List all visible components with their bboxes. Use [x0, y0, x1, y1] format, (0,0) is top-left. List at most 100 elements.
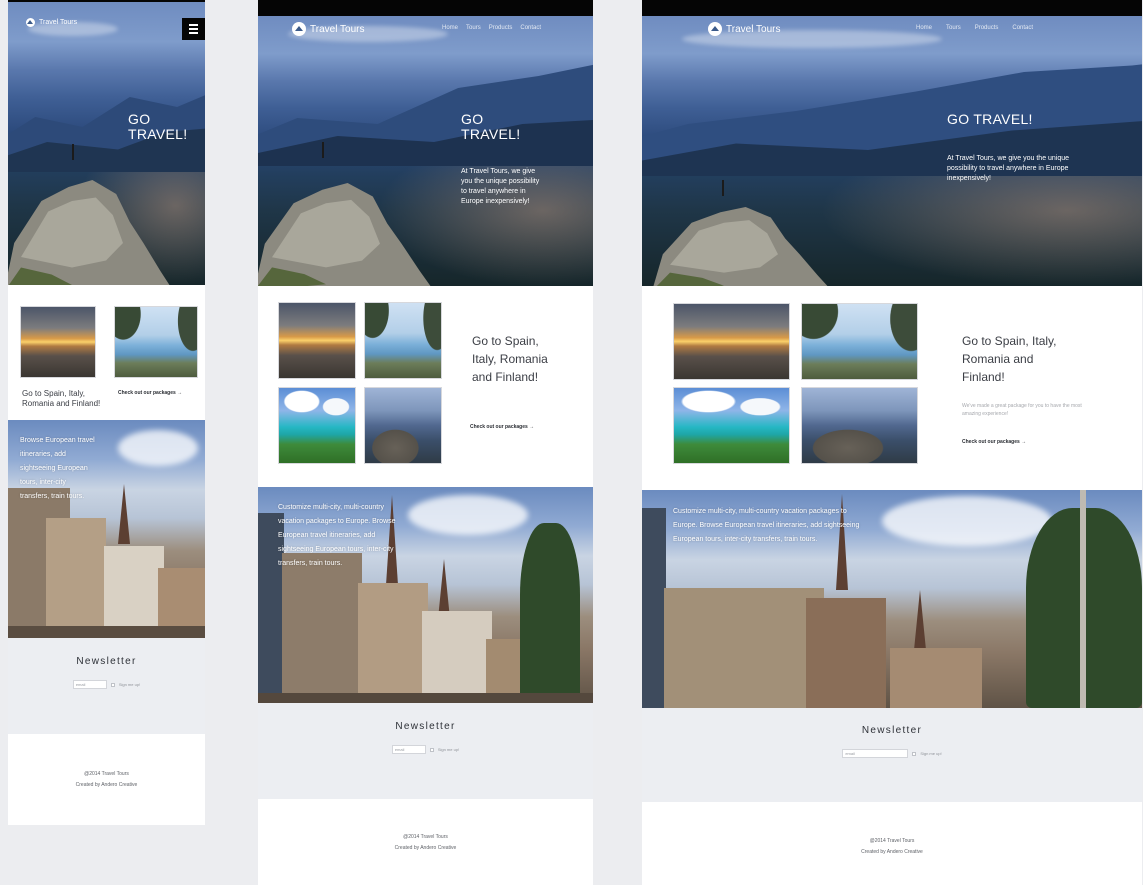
sunset-thumbnail: [278, 302, 356, 379]
nav-products[interactable]: Products: [489, 25, 513, 31]
nav-tours[interactable]: Tours: [466, 25, 481, 31]
sunset-thumbnail: [673, 303, 790, 380]
packages-link[interactable]: Check out our packages →: [470, 424, 534, 430]
nav-contact[interactable]: Contact: [1012, 25, 1033, 31]
hamburger-icon: [189, 24, 198, 26]
newsletter-title: Newsletter: [76, 656, 137, 667]
newsletter-title: Newsletter: [395, 721, 456, 732]
signup-label: Sign me up!: [118, 682, 141, 687]
copyright-text: @2014 Travel Tours: [403, 834, 448, 840]
promo-heading: Go to Spain, Italy, Romania and Finland!: [962, 334, 1057, 384]
rock-peak: [8, 180, 170, 285]
promo-heading: Go to Spain, Italy, Romania and Finland!: [22, 389, 101, 408]
hamburger-line: [189, 32, 198, 34]
rock-peak: [258, 183, 431, 286]
building: [358, 583, 428, 703]
newsletter-section: Newsletter email Sign me up!: [258, 703, 593, 799]
nav-products[interactable]: Products: [975, 25, 999, 31]
email-input[interactable]: email: [842, 749, 909, 758]
signup-checkbox[interactable]: [110, 682, 115, 687]
credit-text: Created by Andero Creative: [394, 845, 457, 851]
feature-text: Browse European travel itineraries, add …: [20, 437, 95, 500]
footer: @2014 Travel Tours Created by Andero Cre…: [8, 734, 205, 825]
globe-logo-icon: [292, 22, 306, 36]
building: [46, 518, 106, 638]
building: [422, 611, 492, 703]
hero-section: [642, 16, 1142, 286]
packages-link[interactable]: Check out our packages →: [118, 390, 182, 396]
menu-button[interactable]: [182, 18, 205, 40]
rock-peak: [653, 207, 828, 286]
credit-text: Created by Andero Creative: [75, 782, 138, 788]
church-spire: [118, 484, 130, 544]
street: [258, 693, 593, 703]
tower-spire: [438, 559, 450, 619]
globe-logo-icon: [708, 22, 722, 36]
brand[interactable]: Travel Tours: [708, 22, 780, 36]
tablet-layout: Travel Tours Home Tours Products Contact…: [258, 0, 593, 885]
cloud: [408, 495, 528, 535]
cloud: [118, 430, 198, 466]
signup-checkbox[interactable]: [429, 747, 434, 752]
mobile-layout: Travel Tours GO TRAVEL! Go to Spain, Ita…: [8, 0, 205, 825]
hiker-figure: [72, 144, 74, 160]
signup-label: Sign me up!: [920, 751, 942, 756]
top-bar: [258, 0, 593, 16]
hero-title: GO TRAVEL!: [947, 111, 1033, 127]
globe-logo-icon: [26, 18, 35, 27]
desktop-layout: Travel Tours Home Tours Products Contact…: [642, 0, 1142, 885]
nav-home[interactable]: Home: [916, 25, 932, 31]
hero-title: GO TRAVEL!: [461, 111, 521, 142]
credit-text: Created by Andero Creative: [861, 849, 923, 855]
copyright-text: @2014 Travel Tours: [869, 838, 915, 844]
newsletter-form: email Sign me up!: [258, 745, 593, 754]
building: [890, 648, 982, 708]
lake-thumbnail: [114, 306, 198, 378]
email-input[interactable]: email: [391, 745, 426, 754]
responsive-mockup-stage: Travel Tours GO TRAVEL! Go to Spain, Ita…: [0, 0, 1143, 885]
footer: @2014 Travel Tours Created by Andero Cre…: [642, 802, 1142, 885]
signup-checkbox[interactable]: [912, 751, 917, 756]
nav-tours[interactable]: Tours: [946, 25, 961, 31]
newsletter-form: email Sign me up!: [8, 680, 205, 689]
lake-thumbnail: [364, 302, 442, 379]
signup-label: Sign me up!: [437, 747, 460, 752]
beach-thumbnail: [278, 387, 356, 464]
sunset-thumbnail: [20, 306, 96, 378]
building: [104, 546, 164, 638]
mountain-thumbnail: [364, 387, 442, 464]
utility-pole: [1080, 490, 1086, 708]
newsletter-section: Newsletter email Sign me up!: [642, 708, 1142, 802]
tower-spire: [914, 590, 926, 650]
email-input[interactable]: email: [72, 680, 107, 689]
tree: [520, 523, 580, 703]
newsletter-form: email Sign me up!: [642, 749, 1142, 758]
street: [8, 626, 205, 638]
promo-heading: Go to Spain, Italy, Romania and Finland!: [472, 334, 548, 384]
hero-section: [8, 2, 205, 285]
feature-text: Customize multi-city, multi-country vaca…: [278, 504, 396, 567]
hero-section: [258, 16, 593, 286]
nav-contact[interactable]: Contact: [520, 25, 541, 31]
brand[interactable]: Travel Tours: [26, 18, 77, 27]
brand-name: Travel Tours: [726, 23, 781, 35]
glass-building: [642, 508, 666, 708]
building: [806, 598, 886, 708]
building: [664, 588, 824, 708]
cloud: [882, 496, 1052, 546]
newsletter-title: Newsletter: [861, 725, 923, 736]
hero-title: GO TRAVEL!: [128, 111, 188, 142]
copyright-text: @2014 Travel Tours: [84, 771, 129, 777]
hiker-figure: [322, 142, 324, 158]
main-nav: Home Tours Products Contact: [442, 25, 541, 31]
hero-text: At Travel Tours, we give you the unique …: [461, 168, 540, 205]
hamburger-line: [189, 28, 198, 30]
top-bar: [642, 0, 1142, 16]
packages-link[interactable]: Check out our packages →: [962, 439, 1026, 445]
lake-thumbnail: [801, 303, 918, 380]
brand[interactable]: Travel Tours: [292, 22, 364, 36]
nav-home[interactable]: Home: [442, 25, 458, 31]
promo-subtext: We've made a great package for you to ha…: [962, 403, 1082, 417]
hero-text: At Travel Tours, we give you the unique …: [947, 155, 1070, 182]
newsletter-section: Newsletter email Sign me up!: [8, 638, 205, 734]
